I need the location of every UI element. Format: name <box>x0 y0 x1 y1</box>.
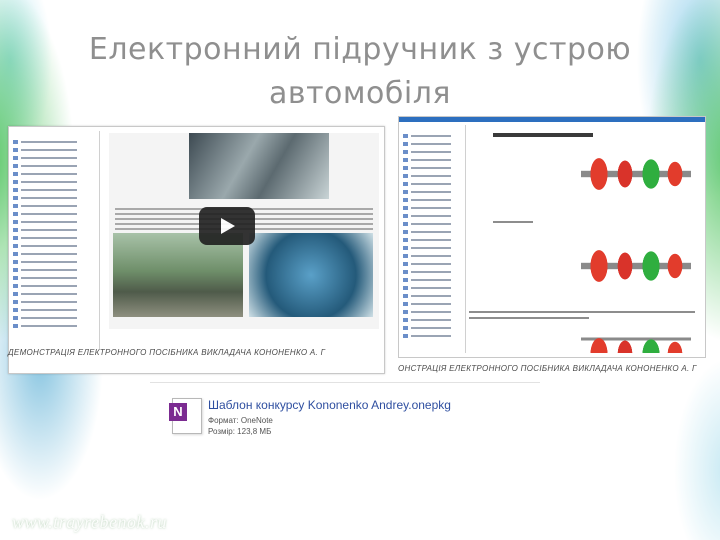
left-screenshot <box>8 126 385 374</box>
play-icon[interactable] <box>199 207 255 245</box>
slide-title-line-1: Електронний підручник з устрою <box>88 32 632 67</box>
slide-title: Електронний підручник з устрою автомобіл… <box>60 28 660 116</box>
left-screenshot-caption: ДЕМОНСТРАЦІЯ ЕЛЕКТРОННОГО ПОСІБНИКА ВИКЛ… <box>8 348 326 357</box>
diagram-label <box>493 221 533 223</box>
table-of-contents-tree <box>403 125 466 353</box>
onenote-logo-icon: N <box>169 403 187 421</box>
paragraph-line <box>469 317 589 319</box>
file-format: Формат: OneNote <box>208 416 273 425</box>
file-name-link[interactable]: Шаблон конкурсу Kononenko Andrey.onepkg <box>208 398 451 412</box>
page-content <box>469 125 699 353</box>
gearbox-diagram <box>581 145 691 203</box>
divider <box>150 382 540 383</box>
gearbox-diagram <box>581 237 691 295</box>
slide-title-line-2: автомобіля <box>269 76 451 111</box>
onenote-file-icon: N <box>169 398 202 434</box>
table-of-contents-tree <box>13 131 100 349</box>
file-size: Розмір: 123,8 МБ <box>208 427 272 436</box>
trucks-image <box>113 233 243 317</box>
gearbox-diagram <box>581 325 691 353</box>
gearbox-image <box>189 133 329 199</box>
right-screenshot-caption: ОНСТРАЦІЯ ЕЛЕКТРОННОГО ПОСІБНИКА ВИКЛАДА… <box>398 364 697 373</box>
section-heading <box>493 133 593 137</box>
engine-image <box>249 233 373 317</box>
window-header-bar <box>399 117 705 122</box>
right-screenshot <box>398 116 706 358</box>
website-watermark: www.trayrebenok.ru <box>12 512 167 532</box>
file-attachment[interactable]: N Шаблон конкурсу Kononenko Andrey.onepk… <box>160 394 460 446</box>
paragraph-line <box>469 311 695 313</box>
